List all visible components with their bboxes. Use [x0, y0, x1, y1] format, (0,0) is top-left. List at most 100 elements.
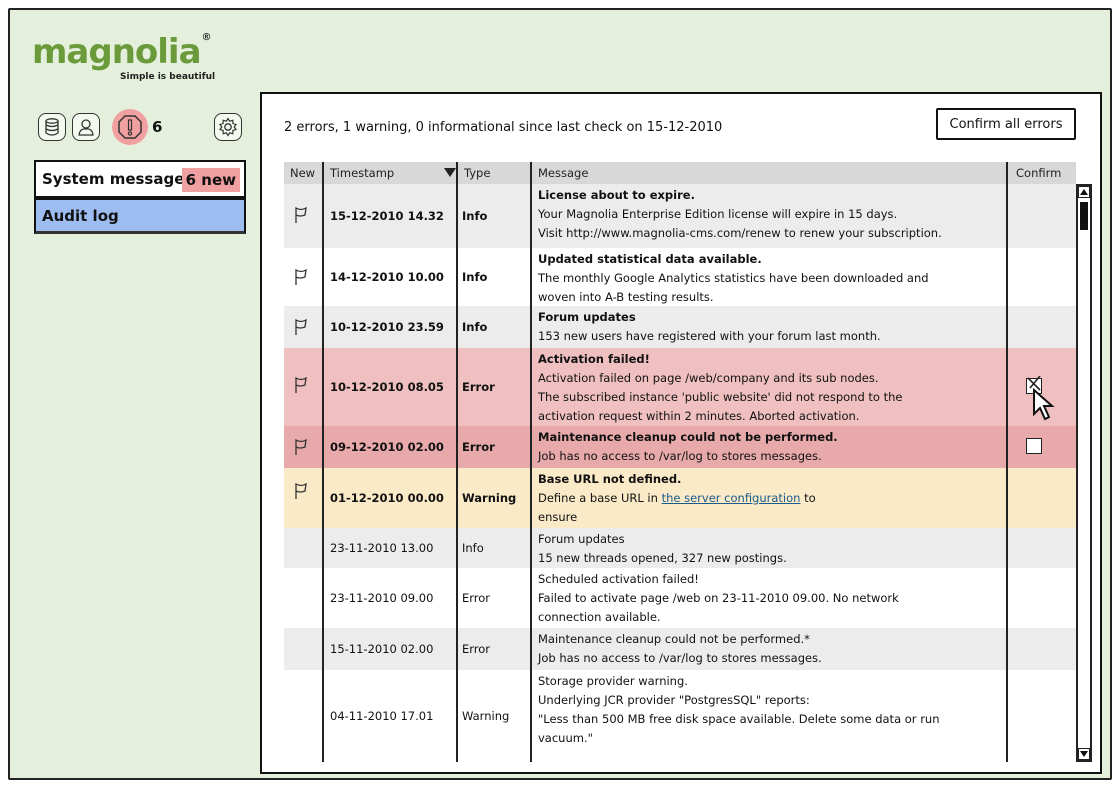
message-line: 153 new users have registered with your … [538, 329, 881, 343]
app-window: magnolia® Simple is beautiful 6 System m… [8, 8, 1112, 780]
type-cell: Info [462, 541, 484, 555]
vertical-scrollbar[interactable] [1076, 184, 1092, 762]
alert-button[interactable] [112, 109, 148, 145]
sidebar-item-audit-log[interactable]: Audit log [34, 198, 246, 234]
message-cell: Base URL not defined. Define a base URL … [538, 470, 998, 527]
table-row[interactable]: 10-12-2010 23.59 Info Forum updates 153 … [284, 306, 1076, 348]
confirm-all-errors-button[interactable]: Confirm all errors [936, 108, 1076, 140]
magnolia-logo: magnolia® Simple is beautiful [32, 32, 232, 88]
type-cell: Info [462, 209, 488, 223]
message-title: Activation failed! [538, 352, 650, 366]
message-title: Storage provider warning. [538, 674, 688, 688]
scrollbar-thumb[interactable] [1080, 202, 1088, 230]
message-cell: Forum updates 15 new threads opened, 327… [538, 530, 998, 568]
message-title: Scheduled activation failed! [538, 572, 699, 586]
column-divider [1006, 162, 1008, 762]
flag-icon[interactable] [284, 318, 318, 336]
message-title: Base URL not defined. [538, 472, 682, 486]
table-row[interactable]: 01-12-2010 00.00 Warning Base URL not de… [284, 468, 1076, 528]
scroll-down-button[interactable] [1078, 748, 1090, 760]
alert-count: 6 [152, 118, 163, 136]
type-cell: Error [462, 440, 495, 454]
type-cell: Error [462, 591, 491, 605]
message-cell: License about to expire. Your Magnolia E… [538, 186, 998, 243]
message-line: Your Magnolia Enterprise Edition license… [538, 207, 898, 221]
mouse-cursor-icon [1033, 388, 1055, 421]
timestamp-cell: 23-11-2010 13.00 [330, 541, 434, 555]
summary-text: 2 errors, 1 warning, 0 informational sin… [284, 120, 723, 135]
message-line: vacuum." [538, 731, 593, 745]
table-row[interactable]: 15-11-2010 02.00 Error Maintenance clean… [284, 628, 1076, 670]
message-title: Forum updates [538, 310, 636, 324]
message-line: activation request within 2 minutes. Abo… [538, 409, 860, 423]
flag-icon[interactable] [284, 482, 318, 500]
confirm-checkbox[interactable] [1026, 438, 1042, 454]
flag-icon[interactable] [284, 438, 318, 456]
settings-button[interactable] [214, 113, 242, 141]
flag-icon[interactable] [284, 206, 318, 224]
arrow-up-icon [1080, 189, 1088, 195]
flag-icon[interactable] [284, 376, 318, 394]
logo-text: magnolia [32, 32, 202, 72]
message-text: Define a base URL in [538, 491, 658, 505]
message-line: The monthly Google Analytics statistics … [538, 271, 929, 285]
database-icon [45, 118, 59, 136]
message-line: Visit http://www.magnolia-cms.com/renew … [538, 226, 942, 240]
messages-table: New Timestamp Type Message Confirm 15-12… [284, 162, 1092, 762]
message-title: License about to expire. [538, 188, 695, 202]
message-title: Maintenance cleanup could not be perform… [538, 632, 810, 646]
message-cell: Forum updates 153 new users have registe… [538, 308, 998, 346]
column-header-timestamp[interactable]: Timestamp [324, 162, 394, 184]
user-button[interactable] [72, 113, 100, 141]
column-divider [530, 162, 532, 762]
type-cell: Info [462, 270, 488, 284]
table-row[interactable]: 23-11-2010 09.00 Error Scheduled activat… [284, 568, 1076, 628]
column-header-confirm[interactable]: Confirm [1010, 162, 1061, 184]
message-cell: Scheduled activation failed! Failed to a… [538, 570, 998, 627]
timestamp-cell: 23-11-2010 09.00 [330, 591, 434, 605]
column-header-message[interactable]: Message [532, 162, 588, 184]
server-configuration-link[interactable]: the server configuration [662, 491, 801, 505]
logo-tagline: Simple is beautiful [120, 72, 216, 82]
timestamp-cell: 15-12-2010 14.32 [330, 209, 444, 223]
timestamp-cell: 15-11-2010 02.00 [330, 642, 434, 656]
message-line: Underlying JCR provider "PostgresSQL" re… [538, 693, 810, 707]
type-cell: Warning [462, 491, 517, 505]
message-cell: Activation failed! Activation failed on … [538, 350, 998, 426]
message-line: Activation failed on page /web/company a… [538, 371, 879, 385]
timestamp-cell: 04-11-2010 17.01 [330, 709, 434, 723]
flag-icon[interactable] [284, 268, 318, 286]
sort-descending-icon[interactable] [444, 168, 456, 177]
table-row[interactable]: 09-12-2010 02.00 Error Maintenance clean… [284, 426, 1076, 468]
column-header-new[interactable]: New [284, 162, 315, 184]
table-row[interactable]: 15-12-2010 14.32 Info License about to e… [284, 184, 1076, 248]
type-cell: Error [462, 642, 491, 656]
table-row[interactable]: 04-11-2010 17.01 Warning Storage provide… [284, 670, 1076, 762]
timestamp-cell: 14-12-2010 10.00 [330, 270, 444, 284]
database-button[interactable] [38, 113, 66, 141]
toolbar: 6 [38, 109, 248, 145]
sidebar-item-label: Audit log [42, 206, 119, 225]
message-line: Job has no access to /var/log to stores … [538, 651, 822, 665]
column-header-type[interactable]: Type [458, 162, 490, 184]
messages-panel: 2 errors, 1 warning, 0 informational sin… [260, 92, 1102, 774]
timestamp-cell: 10-12-2010 23.59 [330, 320, 444, 334]
message-line: connection available. [538, 610, 661, 624]
message-cell: Maintenance cleanup could not be perform… [538, 428, 998, 466]
message-line: Job has no access to /var/log to stores … [538, 449, 822, 463]
timestamp-cell: 10-12-2010 08.05 [330, 380, 444, 394]
message-cell: Maintenance cleanup could not be perform… [538, 630, 998, 668]
table-row[interactable]: 23-11-2010 13.00 Info Forum updates 15 n… [284, 528, 1076, 568]
user-icon [78, 119, 94, 136]
scroll-up-button[interactable] [1078, 186, 1090, 198]
message-title: Forum updates [538, 532, 625, 546]
type-cell: Warning [462, 709, 510, 723]
arrow-down-icon [1080, 751, 1088, 757]
table-row[interactable]: 10-12-2010 08.05 Error Activation failed… [284, 348, 1076, 426]
warning-octagon-icon [118, 115, 142, 139]
column-divider [322, 162, 324, 762]
message-line: woven into A-B testing results. [538, 290, 714, 304]
sidebar-item-system-messages[interactable]: System messages 6 new [34, 160, 246, 198]
table-row[interactable]: 14-12-2010 10.00 Info Updated statistica… [284, 248, 1076, 306]
message-line: 15 new threads opened, 327 new postings. [538, 551, 787, 565]
